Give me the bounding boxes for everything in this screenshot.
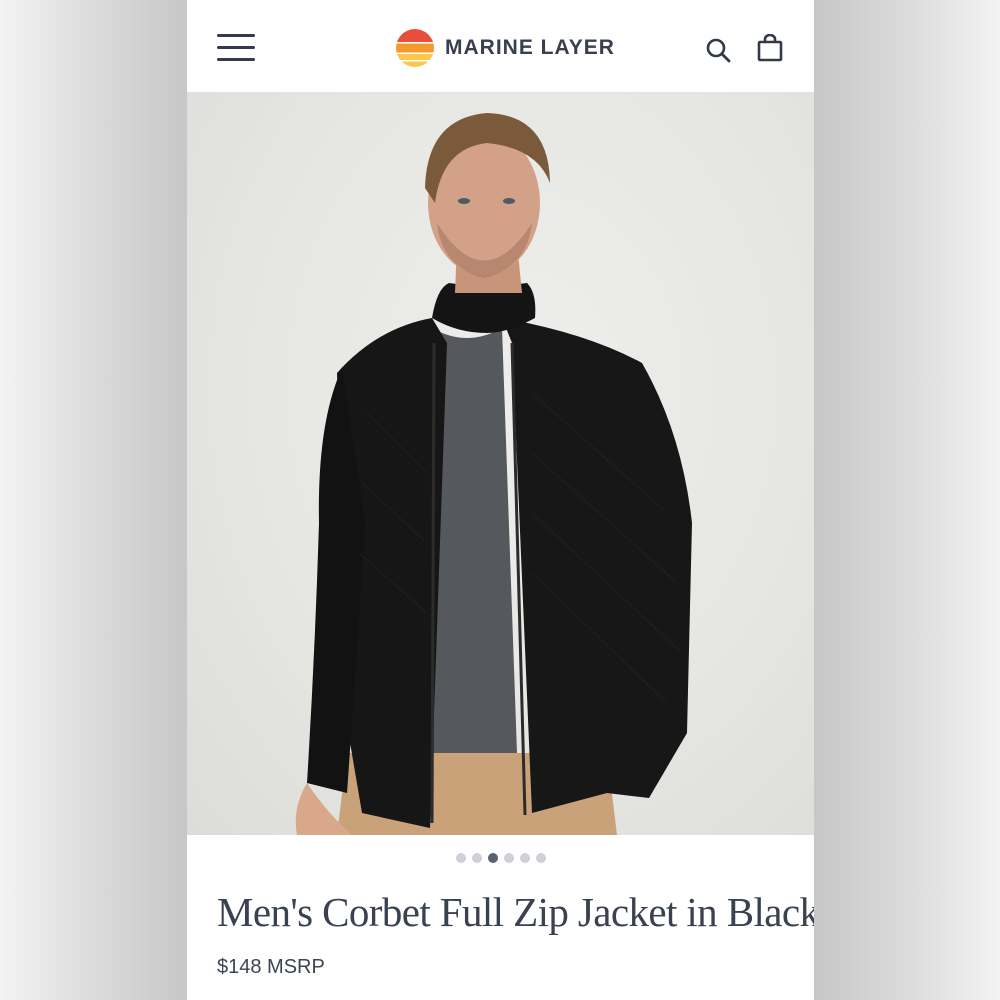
- brand-name: MARINE LAYER: [445, 36, 615, 59]
- search-icon[interactable]: [705, 37, 731, 63]
- carousel-dot[interactable]: [519, 853, 530, 863]
- carousel-dot[interactable]: [535, 853, 546, 863]
- sunset-logo-icon: [396, 29, 434, 67]
- carousel-dot-active[interactable]: [487, 853, 498, 863]
- carousel-dot[interactable]: [471, 853, 482, 863]
- site-header: MARINE LAYER: [187, 0, 814, 93]
- product-image[interactable]: [187, 93, 814, 835]
- carousel-dot[interactable]: [455, 853, 466, 863]
- product-price: $148 MSRP: [217, 956, 325, 978]
- shopping-bag-icon[interactable]: [756, 34, 784, 62]
- mobile-page: MARINE LAYER Men's Corbet Full Zip Jacke…: [187, 0, 814, 1000]
- brand-logo[interactable]: MARINE LAYER: [395, 28, 615, 68]
- product-title: Men's Corbet Full Zip Jacket in Black: [217, 889, 814, 935]
- model-photo: [295, 113, 692, 835]
- image-carousel-indicator: [187, 853, 814, 863]
- hamburger-menu-icon[interactable]: [217, 34, 255, 64]
- carousel-dot[interactable]: [503, 853, 514, 863]
- background-blur-left: [0, 0, 187, 1000]
- background-blur-right: [814, 0, 1000, 1000]
